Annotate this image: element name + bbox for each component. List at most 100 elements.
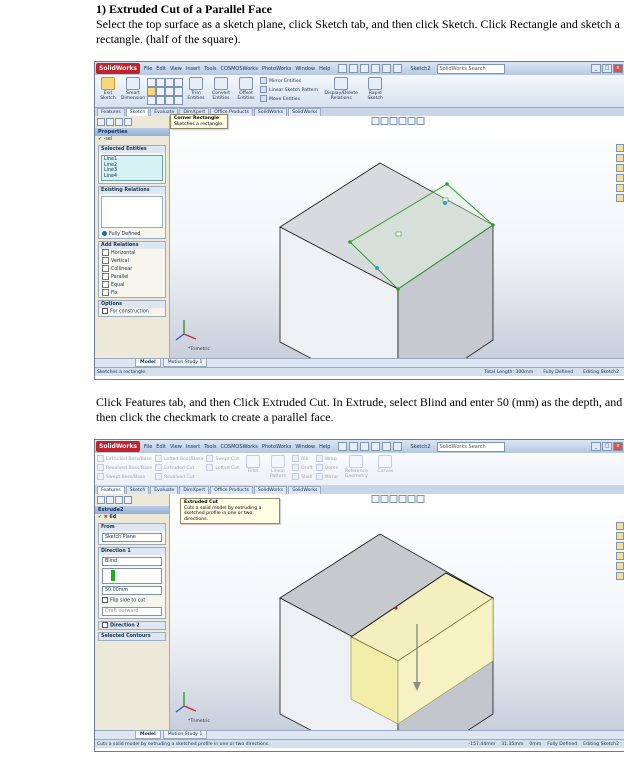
menu-tools[interactable]: Tools bbox=[204, 66, 216, 72]
direction2-checkbox[interactable]: Direction 2 bbox=[99, 621, 165, 629]
open-icon[interactable] bbox=[349, 64, 359, 73]
design-library-icon[interactable] bbox=[616, 154, 624, 162]
tab-solidworks-addins[interactable]: SolidWorks bbox=[253, 486, 288, 494]
flip-side-checkbox[interactable]: Flip side to cut bbox=[99, 597, 165, 605]
configuration-icon[interactable] bbox=[115, 496, 123, 504]
property-manager-icon[interactable] bbox=[106, 496, 114, 504]
sketch-point[interactable] bbox=[445, 182, 449, 186]
sketch-point[interactable] bbox=[491, 223, 495, 227]
menu-insert[interactable]: Insert bbox=[186, 66, 200, 72]
draft-outward-option[interactable]: Draft outward bbox=[102, 606, 162, 616]
rapid-sketch-button[interactable]: Rapid Sketch bbox=[364, 77, 386, 101]
undo-icon[interactable] bbox=[382, 64, 392, 73]
print-icon[interactable] bbox=[371, 442, 381, 451]
tab-motion-study[interactable]: Motion Study 1 bbox=[162, 359, 208, 367]
lofted-cut-button[interactable]: Lofted Cut bbox=[206, 464, 239, 472]
circle-icon[interactable] bbox=[156, 78, 165, 87]
file-explorer-icon[interactable] bbox=[616, 164, 624, 172]
extruded-cut-button[interactable]: Extruded Cut bbox=[155, 464, 203, 472]
feature-tree-icon[interactable] bbox=[97, 496, 105, 504]
print-icon[interactable] bbox=[371, 64, 381, 73]
spline-icon[interactable] bbox=[174, 78, 183, 87]
swept-cut-button[interactable]: Swept Cut bbox=[206, 455, 239, 463]
swept-boss-button[interactable]: Swept Boss/Base bbox=[97, 473, 152, 481]
menu-photoworks[interactable]: PhotoWorks bbox=[262, 444, 292, 450]
save-icon[interactable] bbox=[360, 64, 370, 73]
new-icon[interactable] bbox=[338, 64, 348, 73]
feature-tree-icon[interactable] bbox=[97, 118, 105, 126]
relations-list[interactable] bbox=[101, 196, 163, 228]
linear-pattern-button[interactable]: Linear Pattern bbox=[267, 455, 289, 479]
tab-sketch[interactable]: Sketch bbox=[125, 108, 150, 116]
mirror-entities-button[interactable]: Mirror Entities bbox=[260, 77, 318, 85]
tab-solidworks-addins[interactable]: SolidWorks bbox=[253, 108, 288, 116]
tab-evaluate[interactable]: Evaluate bbox=[150, 486, 179, 494]
tab-sketch[interactable]: Sketch bbox=[125, 486, 150, 494]
menu-insert[interactable]: Insert bbox=[186, 444, 200, 450]
view-palette-icon[interactable] bbox=[616, 174, 624, 182]
smart-dimension-button[interactable]: Smart Dimension bbox=[121, 77, 145, 101]
tab-features[interactable]: Features bbox=[97, 486, 125, 494]
save-icon[interactable] bbox=[360, 442, 370, 451]
rebuild-icon[interactable] bbox=[393, 64, 403, 73]
custom-properties-icon[interactable] bbox=[616, 572, 624, 580]
point-icon[interactable] bbox=[174, 87, 183, 96]
resources-icon[interactable] bbox=[616, 522, 624, 530]
exit-sketch-button[interactable]: Exit Sketch bbox=[97, 77, 119, 101]
extruded-boss-button[interactable]: Extruded Boss/Base bbox=[97, 455, 152, 463]
lofted-boss-button[interactable]: Lofted Boss/Base bbox=[155, 455, 203, 463]
configuration-icon[interactable] bbox=[115, 118, 123, 126]
arc-icon[interactable] bbox=[165, 78, 174, 87]
relation-fix[interactable]: Fix bbox=[99, 289, 165, 297]
tab-motion-study[interactable]: Motion Study 1 bbox=[162, 731, 208, 739]
design-library-icon[interactable] bbox=[616, 532, 624, 540]
line-icon[interactable] bbox=[147, 78, 156, 87]
cancel-x-icon[interactable]: ✖ bbox=[104, 515, 108, 520]
menu-photoworks[interactable]: PhotoWorks bbox=[262, 66, 292, 72]
end-condition-select[interactable]: Blind bbox=[102, 557, 162, 566]
tab-dimxpert[interactable]: DimXpert bbox=[179, 486, 210, 494]
direction-selection-box[interactable] bbox=[102, 568, 162, 584]
maximize-button[interactable]: □ bbox=[602, 442, 612, 451]
menu-file[interactable]: File bbox=[144, 444, 152, 450]
shell-button[interactable]: Shell bbox=[292, 473, 313, 481]
move-entities-button[interactable]: Move Entities bbox=[260, 95, 318, 103]
detailed-preview-icon[interactable]: 6d bbox=[109, 515, 116, 520]
relation-vertical[interactable]: Vertical bbox=[99, 257, 165, 265]
undo-icon[interactable] bbox=[382, 442, 392, 451]
appearances-icon[interactable] bbox=[616, 562, 624, 570]
display-delete-relations-button[interactable]: Display/Delete Relations bbox=[321, 77, 361, 101]
property-manager-icon[interactable] bbox=[106, 118, 114, 126]
open-icon[interactable] bbox=[349, 442, 359, 451]
text-icon[interactable] bbox=[174, 96, 183, 105]
maximize-button[interactable]: □ bbox=[602, 64, 612, 73]
menu-tools[interactable]: Tools bbox=[204, 444, 216, 450]
relation-parallel[interactable]: Parallel bbox=[99, 273, 165, 281]
menu-file[interactable]: File bbox=[144, 66, 152, 72]
fillet-button[interactable]: Fillet bbox=[242, 455, 264, 474]
ok-checkmark-icon[interactable]: ✔ bbox=[98, 515, 102, 520]
for-construction-checkbox[interactable]: For construction bbox=[99, 308, 165, 316]
menu-view[interactable]: View bbox=[170, 66, 182, 72]
menu-window[interactable]: Window bbox=[295, 444, 315, 450]
mirror-button[interactable]: Mirror bbox=[316, 473, 339, 481]
reference-geometry-button[interactable]: Reference Geometry bbox=[341, 455, 371, 479]
tab-model[interactable]: Model bbox=[135, 731, 161, 739]
menu-edit[interactable]: Edit bbox=[156, 66, 166, 72]
tab-model[interactable]: Model bbox=[135, 359, 161, 367]
menu-cosmosworks[interactable]: COSMOSWorks bbox=[221, 66, 258, 72]
search-input[interactable]: SolidWorks Search bbox=[436, 63, 505, 74]
fillet-icon[interactable] bbox=[165, 87, 174, 96]
convert-entities-button[interactable]: Convert Entities bbox=[210, 77, 232, 101]
tab-features[interactable]: Features bbox=[97, 108, 125, 116]
rib-button[interactable]: Rib bbox=[292, 455, 313, 463]
selected-entities-list[interactable]: Line1 Line2 Line3 Line4 bbox=[101, 155, 163, 181]
menu-cosmosworks[interactable]: COSMOSWorks bbox=[221, 444, 258, 450]
file-explorer-icon[interactable] bbox=[616, 542, 624, 550]
graphics-area[interactable]: *Trimetric Corner Rectangle Sketches a r… bbox=[170, 114, 624, 358]
depth-input[interactable]: 50.00mm bbox=[102, 586, 162, 595]
rectangle-icon[interactable] bbox=[147, 87, 156, 96]
sketch-point[interactable] bbox=[348, 240, 352, 244]
relation-horizontal[interactable]: Horizontal bbox=[99, 249, 165, 257]
menu-help[interactable]: Help bbox=[319, 66, 330, 72]
